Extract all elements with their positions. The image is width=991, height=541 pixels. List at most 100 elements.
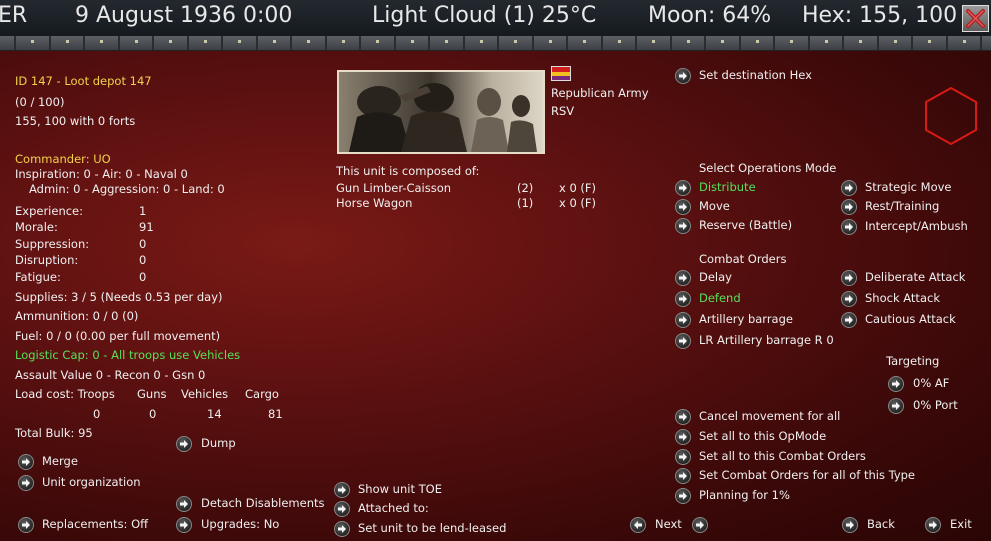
ruler-tick [394, 36, 396, 50]
unit-strength: (0 / 100) [15, 95, 65, 109]
ruler-tick [152, 36, 154, 50]
targeting-heading: Targeting [886, 354, 940, 368]
ruler-tick [325, 36, 327, 50]
ruler-dot [894, 40, 897, 43]
arrow-right-icon [841, 219, 857, 235]
composition-item-name: Gun Limber-Caisson [336, 181, 452, 195]
arrow-right-icon [176, 517, 192, 533]
ruler-tick [842, 36, 844, 50]
ruler-dot [549, 40, 552, 43]
combat-shock-attack-label: Shock Attack [865, 291, 940, 305]
exit-label: Exit [950, 517, 972, 531]
ruler-tick [808, 36, 810, 50]
arrow-right-icon [675, 68, 691, 84]
ruler-dot [100, 40, 103, 43]
arrow-right-icon [675, 429, 691, 445]
arrow-right-glyph [338, 525, 346, 533]
ruler-tick [256, 36, 258, 50]
arrow-right-glyph [696, 521, 704, 529]
arrow-right-glyph [679, 184, 687, 192]
arrow-right-icon [841, 291, 857, 307]
ruler-tick [566, 36, 568, 50]
ruler-dot [204, 40, 207, 43]
stat-value: 0 [139, 270, 147, 284]
previous-unit-button[interactable] [630, 517, 646, 533]
arrow-right-glyph [679, 72, 687, 80]
army-name: Republican Army [551, 86, 649, 100]
arrow-right-icon [675, 312, 691, 328]
ruler-dot [307, 40, 310, 43]
arrow-right-glyph [679, 203, 687, 211]
ruler-tick [428, 36, 430, 50]
combat-deliberate-attack-label: Deliberate Attack [865, 270, 966, 284]
stat-value: 91 [139, 220, 154, 234]
dump-label: Dump [201, 436, 236, 450]
ruler-tick [497, 36, 499, 50]
arrow-right-icon [841, 270, 857, 286]
composition-item-qty: x 0 (F) [559, 196, 597, 210]
hex-icon [925, 86, 977, 146]
arrow-right-icon [675, 409, 691, 425]
total-bulk: Total Bulk: 95 [15, 426, 93, 440]
republican-flag-icon [551, 66, 571, 81]
decorative-ruler [0, 36, 991, 51]
stat-label: Fatigue: [15, 270, 61, 284]
ruler-tick [49, 36, 51, 50]
next-unit-button[interactable] [692, 517, 708, 533]
arrow-right-glyph [338, 505, 346, 513]
ruler-tick [532, 36, 534, 50]
ruler-tick [670, 36, 672, 50]
arrow-right-glyph [846, 521, 854, 529]
stat-value: 1 [139, 204, 147, 218]
arrow-right-glyph [180, 521, 188, 529]
load-cost-troops-value: 0 [93, 407, 101, 421]
arrow-right-icon [675, 218, 691, 234]
arrow-right-glyph [22, 458, 30, 466]
ruler-dot [928, 40, 931, 43]
unit-location: 155, 100 with 0 forts [15, 114, 136, 128]
arrow-right-glyph [845, 295, 853, 303]
top-info-bar: ER 9 August 1936 0:00 Light Cloud (1) 25… [0, 0, 991, 37]
composition-item-name: Horse Wagon [336, 196, 413, 210]
ruler-dot [445, 40, 448, 43]
arrow-right-icon [675, 199, 691, 215]
unit-detail-window: ER 9 August 1936 0:00 Light Cloud (1) 25… [0, 0, 991, 541]
close-button[interactable] [962, 5, 989, 32]
arrow-left-glyph [634, 521, 642, 529]
ruler-dot [618, 40, 621, 43]
stat-label: Morale: [15, 220, 58, 234]
ruler-dot [66, 40, 69, 43]
ruler-dot [721, 40, 724, 43]
ruler-dot [480, 40, 483, 43]
arrow-right-glyph [679, 433, 687, 441]
ruler-dot [859, 40, 862, 43]
ruler-tick [911, 36, 913, 50]
set-all-opmode-label: Set all to this OpMode [699, 429, 827, 443]
load-cost-guns-value: 0 [149, 407, 157, 421]
ruler-dot [411, 40, 414, 43]
arrow-right-icon [18, 517, 34, 533]
opmode-distribute-label: Distribute [699, 180, 756, 194]
arrow-right-icon [675, 449, 691, 465]
ammunition-info: Ammunition: 0 / 0 (0) [15, 309, 139, 323]
ruler-tick [773, 36, 775, 50]
arrow-right-glyph [679, 453, 687, 461]
set-destination-label: Set destination Hex [699, 68, 812, 82]
unit-id-name: ID 147 - Loot depot 147 [15, 74, 152, 88]
arrow-right-icon [888, 398, 904, 414]
commander-stats-2: Admin: 0 - Aggression: 0 - Land: 0 [29, 182, 225, 196]
load-cost-cargo-value: 81 [268, 407, 283, 421]
arrow-right-glyph [845, 184, 853, 192]
upgrades-label: Upgrades: No [201, 517, 280, 531]
ruler-dot [238, 40, 241, 43]
unit-organization-label: Unit organization [42, 475, 141, 489]
ruler-tick [83, 36, 85, 50]
ruler-tick [635, 36, 637, 50]
fuel-info: Fuel: 0 / 0 (0.00 per full movement) [15, 329, 221, 343]
close-icon [966, 9, 985, 28]
arrow-right-glyph [845, 316, 853, 324]
back-label: Back [867, 517, 895, 531]
arrow-right-icon [841, 312, 857, 328]
composition-item-count: (1) [517, 196, 534, 210]
ruler-tick [739, 36, 741, 50]
